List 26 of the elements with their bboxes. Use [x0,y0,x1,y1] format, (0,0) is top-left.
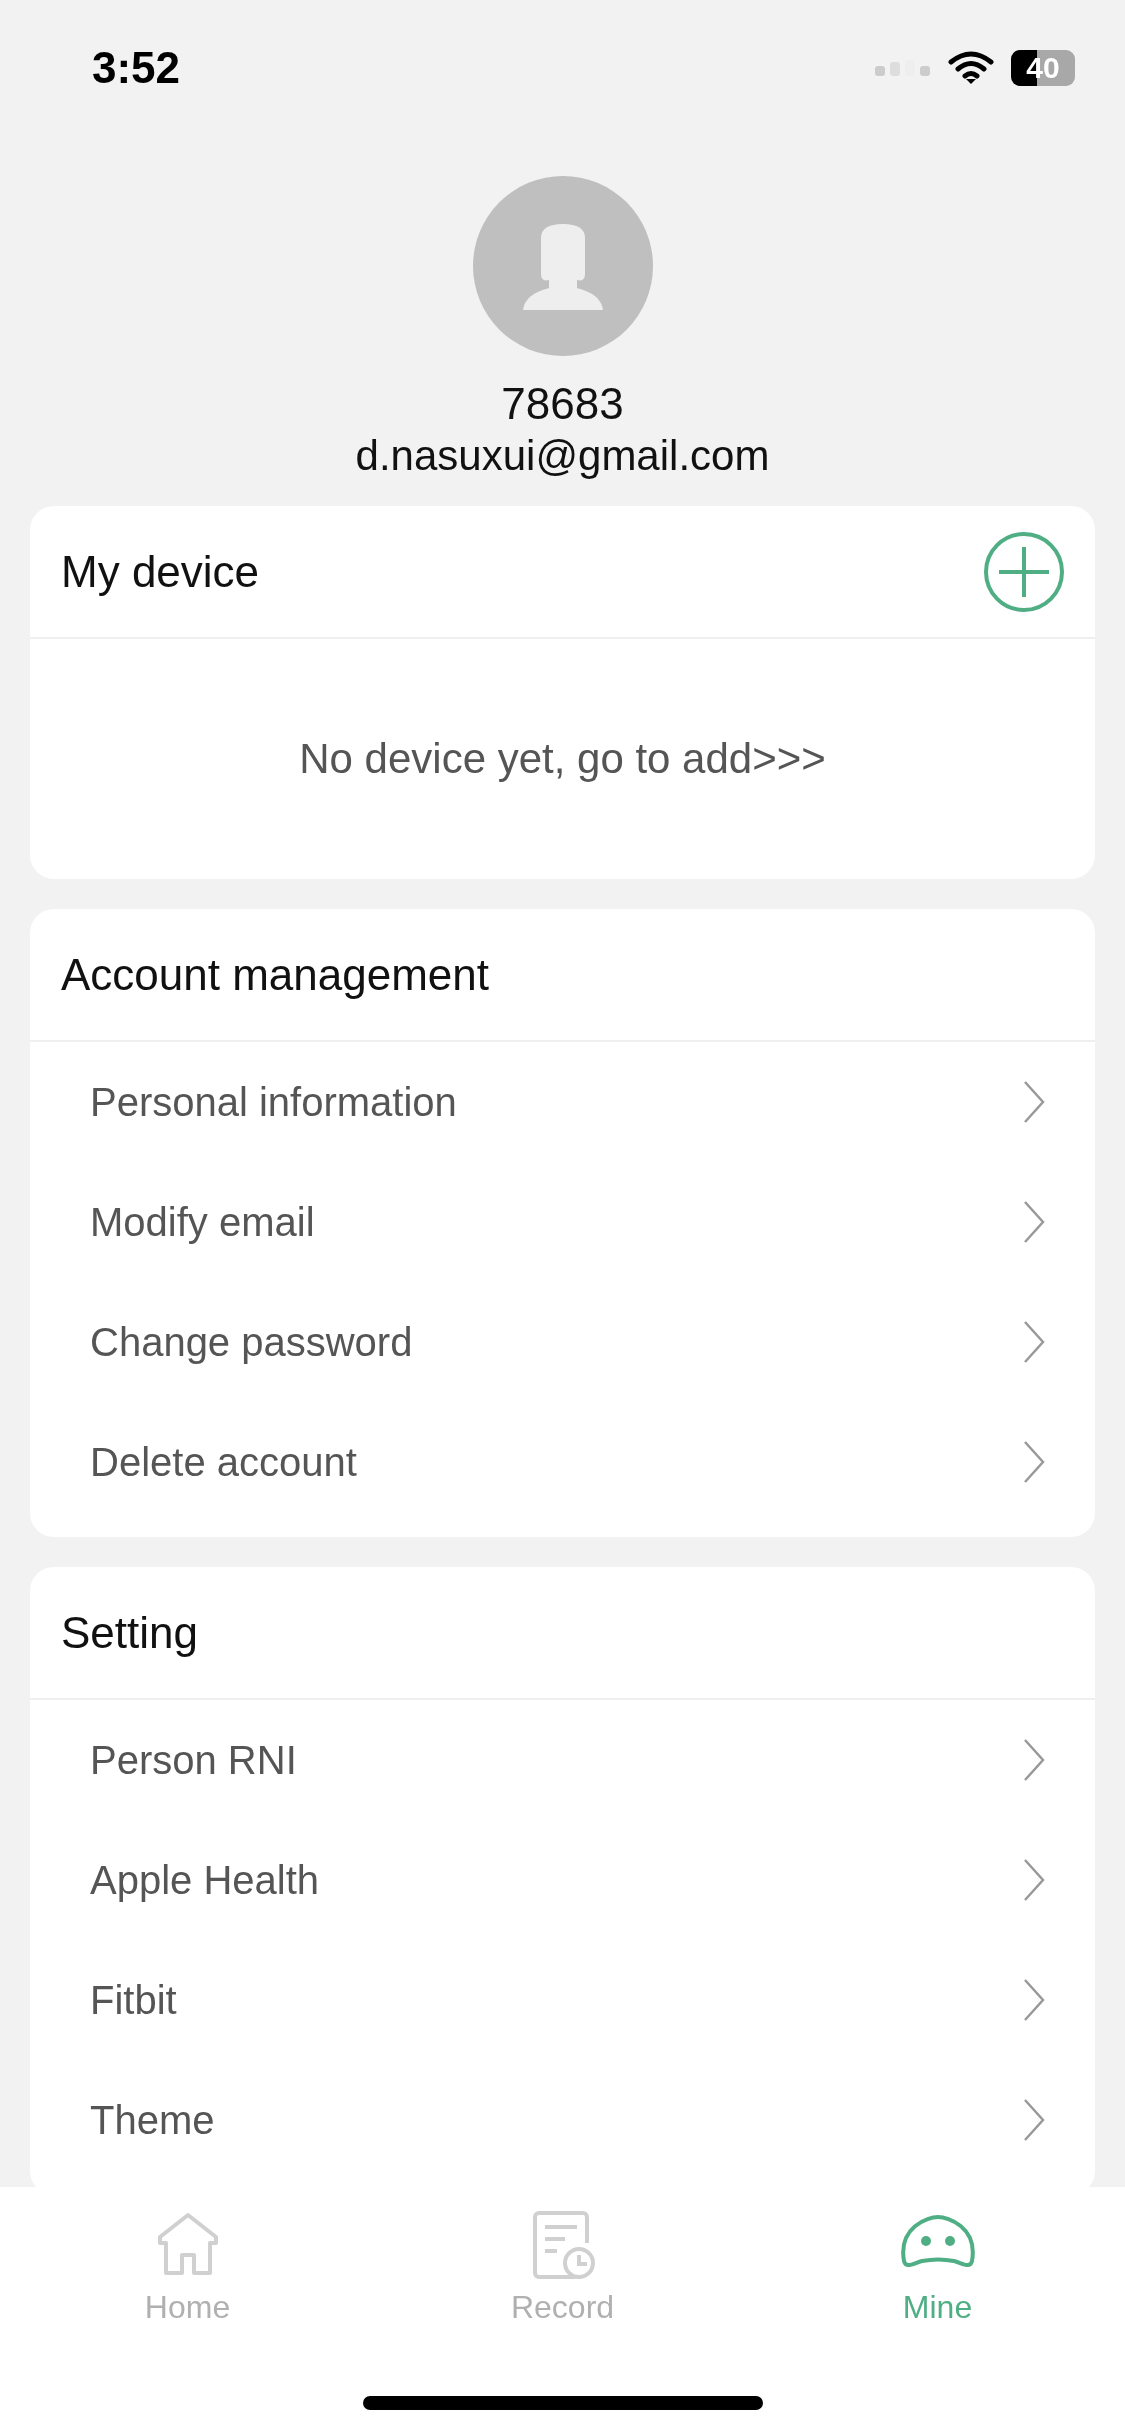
menu-item[interactable]: Person RNI [90,1737,297,1783]
chevron-right-icon [1023,1320,1045,1364]
chevron-right-icon [1023,1858,1045,1902]
empty-device-link[interactable]: No device yet, go to add>>> [299,735,826,783]
add-icon[interactable] [983,530,1065,613]
menu-item[interactable]: Change password [90,1319,413,1365]
chevron-right-icon [1023,1200,1045,1244]
wifi-icon [947,50,995,86]
menu-item[interactable]: Delete account [90,1439,357,1485]
user-id: 78683 [501,378,624,430]
status-time: 3:52 [92,43,181,93]
section-title: Account management [61,949,490,1000]
chevron-right-icon [1023,1738,1045,1782]
menu-item[interactable]: Fitbit [90,1977,177,2023]
avatar-icon [472,176,653,356]
section-title: My device [61,546,260,597]
menu-item[interactable]: Modify email [90,1199,315,1245]
chevron-right-icon [1023,1440,1045,1484]
user-email: d.nasuxui@gmail.com [355,431,770,481]
menu-item[interactable]: Apple Health [90,1857,320,1903]
chevron-right-icon [1023,1978,1045,2022]
chevron-right-icon [1023,1080,1045,1124]
menu-item[interactable]: Theme [90,2097,215,2143]
section-title: Setting [61,1607,198,1658]
menu-item[interactable]: Personal information [90,1079,457,1125]
chevron-right-icon [1023,2098,1045,2142]
